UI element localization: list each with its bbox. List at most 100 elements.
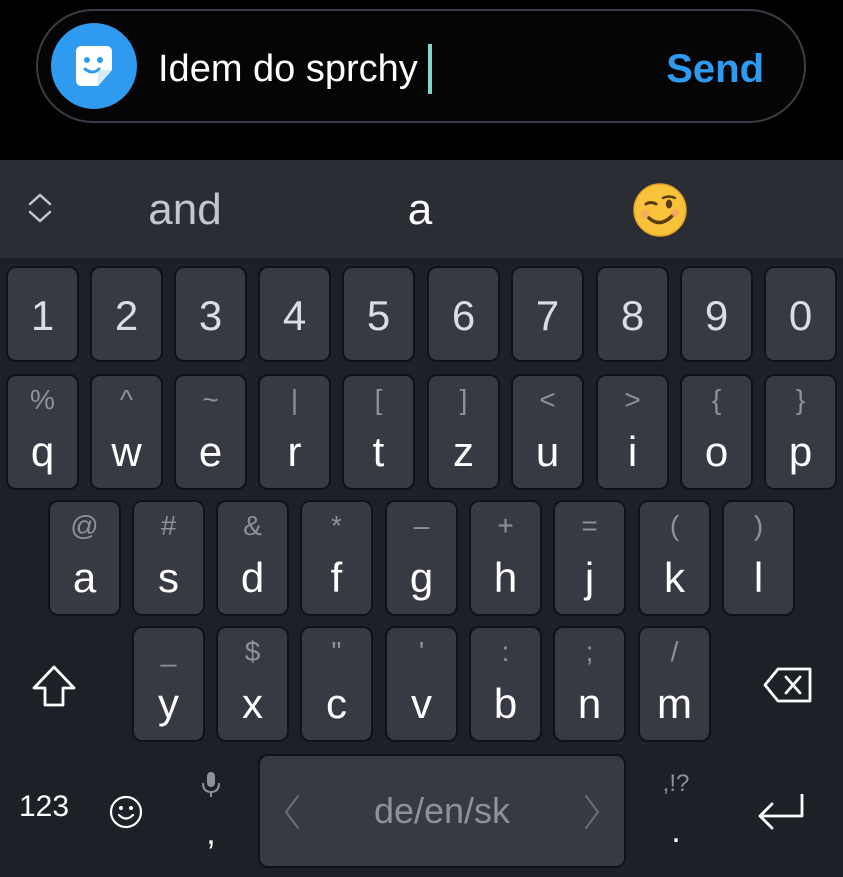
key-4[interactable]: 4 bbox=[258, 266, 331, 362]
key-hint: % bbox=[30, 384, 55, 415]
chevron-updown-icon[interactable] bbox=[22, 190, 58, 226]
key-label: n bbox=[577, 680, 602, 727]
key-z[interactable]: ] z bbox=[427, 374, 500, 490]
key-hint: $ bbox=[244, 636, 261, 667]
key-label: t bbox=[372, 428, 385, 475]
key-x[interactable]: $ x bbox=[216, 626, 289, 742]
key-8[interactable]: 8 bbox=[596, 266, 669, 362]
sticker-button[interactable] bbox=[51, 23, 137, 109]
key-t[interactable]: [t bbox=[342, 374, 415, 490]
key-hint: } bbox=[795, 384, 806, 415]
wink-emoji-icon bbox=[633, 183, 687, 237]
key-label: c bbox=[326, 680, 347, 727]
key-hint: ; bbox=[585, 636, 594, 667]
key-hint: < bbox=[539, 384, 556, 415]
key-o[interactable]: {o bbox=[680, 374, 753, 490]
message-text[interactable]: Idem do sprchy bbox=[158, 39, 432, 99]
key-2[interactable]: 2 bbox=[90, 266, 163, 362]
key-label: 4 bbox=[282, 292, 307, 339]
key-hint: ] bbox=[459, 384, 468, 415]
shift-key[interactable] bbox=[18, 650, 90, 722]
key-label: i bbox=[627, 428, 638, 475]
key-9[interactable]: 9 bbox=[680, 266, 753, 362]
key-7[interactable]: 7 bbox=[511, 266, 584, 362]
key-p[interactable]: } p bbox=[764, 374, 837, 490]
key-hint: > bbox=[624, 384, 641, 415]
key-b[interactable]: :b bbox=[469, 626, 542, 742]
key-label: u bbox=[535, 428, 560, 475]
period-label: . bbox=[671, 812, 681, 850]
period-key[interactable]: ,!? . bbox=[648, 762, 704, 862]
suggestion-left[interactable]: and bbox=[100, 180, 270, 240]
key-label: j bbox=[584, 554, 595, 601]
key-h[interactable]: + h bbox=[469, 500, 542, 616]
emoji-key[interactable] bbox=[100, 786, 152, 838]
enter-icon bbox=[758, 794, 804, 830]
key-j[interactable]: = j bbox=[553, 500, 626, 616]
key-5[interactable]: 5 bbox=[342, 266, 415, 362]
key-hint: " bbox=[331, 636, 342, 667]
key-label: 2 bbox=[114, 292, 139, 339]
key-label: 3 bbox=[198, 292, 223, 339]
key-hint: { bbox=[711, 384, 722, 415]
key-hint: : bbox=[501, 636, 510, 667]
key-label: a bbox=[72, 554, 97, 601]
shift-icon bbox=[32, 665, 76, 707]
key-label: w bbox=[111, 428, 142, 475]
key-hint: / bbox=[670, 636, 679, 667]
suggestion-emoji[interactable] bbox=[615, 180, 705, 240]
key-c[interactable]: " c bbox=[300, 626, 373, 742]
key-hint: [ bbox=[374, 384, 383, 415]
message-input-pill[interactable]: Idem do sprchy Send bbox=[36, 9, 806, 123]
comma-label: , bbox=[206, 814, 216, 852]
key-1[interactable]: 1 bbox=[6, 266, 79, 362]
key-label: p bbox=[788, 428, 813, 475]
key-label: m bbox=[657, 680, 692, 727]
key-y[interactable]: _ y bbox=[132, 626, 205, 742]
key-label: e bbox=[198, 428, 223, 475]
key-label: b bbox=[493, 680, 518, 727]
backspace-key[interactable] bbox=[752, 656, 824, 714]
send-button[interactable]: Send bbox=[666, 41, 764, 97]
key-m[interactable]: / m bbox=[638, 626, 711, 742]
key-hint: * bbox=[331, 510, 342, 541]
chevron-right-icon bbox=[585, 795, 599, 829]
key-a[interactable]: @ a bbox=[48, 500, 121, 616]
key-f[interactable]: * f bbox=[300, 500, 373, 616]
punctuation-hint: ,!? bbox=[662, 770, 690, 797]
key-0[interactable]: 0 bbox=[764, 266, 837, 362]
numbers-key[interactable]: 123 bbox=[16, 790, 72, 830]
key-label: h bbox=[493, 554, 518, 601]
key-6[interactable]: 6 bbox=[427, 266, 500, 362]
key-label: 1 bbox=[30, 292, 55, 339]
key-label: s bbox=[158, 554, 179, 601]
key-k[interactable]: (k bbox=[638, 500, 711, 616]
key-d[interactable]: & d bbox=[216, 500, 289, 616]
key-u[interactable]: < u bbox=[511, 374, 584, 490]
key-3[interactable]: 3 bbox=[174, 266, 247, 362]
key-g[interactable]: – g bbox=[385, 500, 458, 616]
enter-key[interactable] bbox=[748, 780, 814, 844]
key-i[interactable]: > i bbox=[596, 374, 669, 490]
suggestion-middle[interactable]: a bbox=[340, 180, 500, 240]
key-l[interactable]: ) l bbox=[722, 500, 795, 616]
key-label: 9 bbox=[704, 292, 729, 339]
key-label: 6 bbox=[451, 292, 476, 339]
message-text-value: Idem do sprchy bbox=[158, 47, 418, 90]
key-n[interactable]: ; n bbox=[553, 626, 626, 742]
key-label: 8 bbox=[620, 292, 645, 339]
key-hint: + bbox=[497, 510, 514, 541]
key-v[interactable]: ' v bbox=[385, 626, 458, 742]
key-hint: & bbox=[243, 510, 262, 541]
key-q[interactable]: % q bbox=[6, 374, 79, 490]
key-r[interactable]: | r bbox=[258, 374, 331, 490]
key-w[interactable]: ^ w bbox=[90, 374, 163, 490]
key-e[interactable]: ~ e bbox=[174, 374, 247, 490]
key-s[interactable]: # s bbox=[132, 500, 205, 616]
key-label: o bbox=[704, 428, 729, 475]
comma-key[interactable]: , bbox=[185, 762, 237, 862]
key-label: y bbox=[158, 680, 179, 727]
key-label: x bbox=[242, 680, 263, 727]
space-key[interactable]: de/en/sk bbox=[258, 754, 626, 868]
key-label: g bbox=[409, 554, 434, 601]
